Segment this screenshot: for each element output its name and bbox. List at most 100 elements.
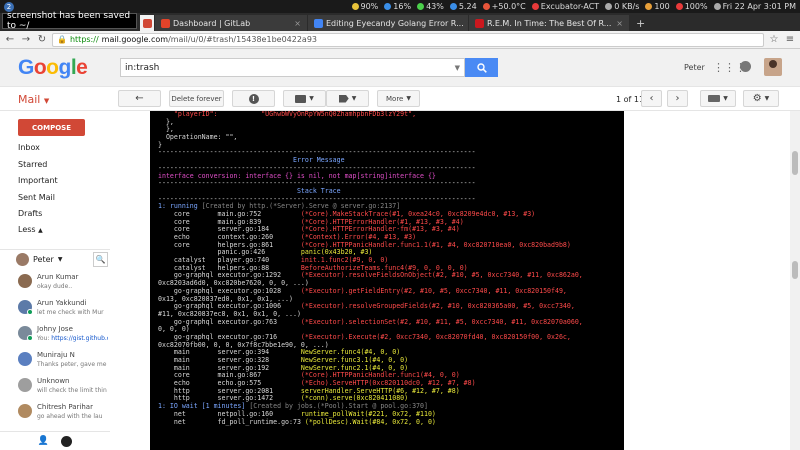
chevron-down-icon: ▼ bbox=[57, 256, 63, 263]
sidebar-item-inbox[interactable]: Inbox bbox=[18, 143, 40, 152]
tab-gitlab[interactable]: Dashboard | GitLab × bbox=[155, 15, 307, 31]
chevron-down-icon: ▼ bbox=[406, 95, 411, 102]
message-content: "playerID": "UGhwbWVyOnRpYW5nQ0ZhamhpbnF… bbox=[110, 111, 790, 450]
avatar bbox=[16, 253, 29, 266]
terminal-text: (*Executor).resolveFieldsOnObject(#2, #1… bbox=[300, 271, 583, 280]
left-sidebar: COMPOSE Inbox Starred Important Sent Mai… bbox=[0, 111, 110, 450]
contact-last-message: go ahead with the lau bbox=[37, 413, 103, 420]
status-indicator-icon bbox=[531, 3, 539, 10]
notifications-icon[interactable] bbox=[740, 61, 751, 72]
newer-button[interactable]: ‹ bbox=[641, 90, 662, 107]
search-options-icon[interactable]: ▼ bbox=[455, 64, 460, 72]
contact-name: Chitresh Parihar bbox=[37, 403, 93, 411]
online-status-icon bbox=[27, 335, 33, 341]
hangouts-user[interactable]: Peter ▼ bbox=[16, 253, 62, 266]
page-scrollbar[interactable] bbox=[790, 111, 800, 450]
sidebar-item-starred[interactable]: Starred bbox=[18, 160, 47, 169]
system-stat-value: 90% bbox=[360, 2, 379, 11]
user-name[interactable]: Peter bbox=[684, 63, 705, 72]
avatar bbox=[18, 378, 32, 392]
list-item[interactable]: Muniraju N Thanks peter, gave me bbox=[18, 349, 108, 373]
tab-blogger[interactable]: Editing Eyecandy Golang Error R... × bbox=[308, 15, 468, 31]
google-logo[interactable]: Google bbox=[18, 56, 88, 80]
status-indicator-icon bbox=[351, 3, 359, 10]
input-tools-button[interactable]: ▼ bbox=[700, 90, 736, 107]
system-stat-value: 43% bbox=[426, 2, 444, 11]
scrollbar-thumb[interactable] bbox=[792, 151, 798, 175]
system-stats: 90% 16% 43% 5.24 +50.0°C Excubator-ACT 0 KB/s 1… bbox=[346, 2, 800, 11]
keyboard-icon bbox=[708, 95, 721, 102]
contact-last-message: Thanks peter, gave me bbox=[37, 361, 107, 368]
sidebar-item-important[interactable]: Important bbox=[18, 176, 58, 185]
list-item[interactable]: Unknown will check the limit thin bbox=[18, 375, 108, 399]
older-button[interactable]: › bbox=[667, 90, 688, 107]
system-stat-value: 100% bbox=[684, 2, 708, 11]
chevron-down-icon: ▼ bbox=[764, 95, 770, 102]
system-stat: 100 bbox=[645, 2, 670, 11]
contact-name: Arun Yakkundi bbox=[37, 299, 87, 307]
account-avatar[interactable] bbox=[764, 58, 782, 76]
contact-name: Muniraju N bbox=[37, 351, 75, 359]
online-status-icon bbox=[27, 309, 33, 315]
search-input[interactable]: in:trash ▼ bbox=[120, 58, 465, 77]
back-arrow-icon[interactable]: ← bbox=[4, 34, 16, 45]
chevron-down-icon: ▼ bbox=[351, 95, 357, 102]
list-item[interactable]: Chitresh Parihar go ahead with the lau bbox=[18, 401, 108, 425]
tab-youtube[interactable]: R.E.M. In Time: The Best Of R... × bbox=[469, 15, 629, 31]
back-to-trash-button[interactable]: ← bbox=[118, 90, 161, 107]
sidebar-item-less[interactable]: Less ▲ bbox=[18, 225, 43, 234]
status-indicator-icon bbox=[417, 3, 425, 10]
browser-menu-icon[interactable]: ≡ bbox=[784, 34, 796, 45]
compose-button[interactable]: COMPOSE bbox=[18, 119, 85, 136]
url-field[interactable]: 🔒 https:// mail.google.com /mail/u/0/#tr… bbox=[52, 32, 764, 47]
gitlab-favicon-icon bbox=[161, 18, 170, 28]
hangouts-quote-icon[interactable] bbox=[61, 435, 73, 447]
close-tab-icon[interactable]: × bbox=[467, 19, 468, 28]
blogger-favicon-icon bbox=[314, 18, 323, 28]
labels-button[interactable]: ▼ bbox=[326, 90, 369, 107]
delete-forever-button[interactable]: Delete forever bbox=[169, 90, 224, 107]
reload-icon[interactable]: ↻ bbox=[36, 34, 48, 45]
search-button[interactable] bbox=[465, 58, 498, 77]
system-stat-value: 0 KB/s bbox=[614, 2, 640, 11]
sidebar-item-drafts[interactable]: Drafts bbox=[18, 209, 42, 218]
more-button[interactable]: More ▼ bbox=[377, 90, 420, 107]
sidebar-item-sent-mail[interactable]: Sent Mail bbox=[18, 193, 55, 202]
terminal-line: }, bbox=[158, 118, 624, 127]
list-item[interactable]: Arun Kumar okay dude.. bbox=[18, 271, 108, 295]
workspace-indicator[interactable]: 2 bbox=[4, 1, 14, 12]
system-stat-value: Excubator-ACT bbox=[540, 2, 600, 11]
close-tab-icon[interactable]: × bbox=[616, 19, 623, 28]
list-item[interactable]: Johny Jose You: https://gist.github.c bbox=[18, 323, 108, 347]
hangouts-search-button[interactable]: 🔍 bbox=[93, 252, 108, 267]
message-link[interactable]: https://gist.github.c bbox=[51, 335, 108, 342]
move-to-button[interactable]: ▼ bbox=[283, 90, 326, 107]
system-stat: +50.0°C bbox=[482, 2, 526, 11]
list-item[interactable]: Arun Yakkundi let me check with Mur bbox=[18, 297, 108, 321]
active-tab[interactable] bbox=[140, 15, 154, 31]
contact-last-message: You: https://gist.github.c bbox=[37, 335, 108, 342]
scrollbar-thumb[interactable] bbox=[792, 261, 798, 279]
folder-icon bbox=[295, 94, 307, 103]
search-icon bbox=[476, 62, 487, 73]
chevron-down-icon: ▼ bbox=[723, 95, 728, 102]
close-tab-icon[interactable]: × bbox=[294, 19, 301, 28]
bookmark-star-icon[interactable]: ☆ bbox=[768, 34, 780, 45]
report-spam-button[interactable]: ! bbox=[232, 90, 275, 107]
system-stat: 16% bbox=[384, 2, 411, 11]
forward-arrow-icon[interactable]: → bbox=[20, 34, 32, 45]
address-bar-row: ← → ↻ 🔒 https:// mail.google.com /mail/u… bbox=[0, 31, 800, 49]
chevron-right-icon: › bbox=[675, 93, 680, 104]
hangouts-footer: 👤 bbox=[0, 431, 110, 450]
contacts-person-icon[interactable]: 👤 bbox=[38, 436, 49, 446]
terminal-text: net fd_poll_runtime.go:73 bbox=[158, 417, 305, 426]
terminal-line: "playerID": "UGhwbWVyOnRpYW5nQ0ZhamhpbnF… bbox=[158, 111, 624, 119]
settings-button[interactable]: ⚙ ▼ bbox=[743, 90, 779, 107]
lock-icon: 🔒 bbox=[57, 35, 67, 44]
contact-name: Unknown bbox=[37, 377, 70, 385]
mail-switcher[interactable]: Mail ▼ bbox=[18, 93, 49, 106]
chevron-down-icon: ▼ bbox=[43, 97, 50, 105]
system-stat: 0 KB/s bbox=[605, 2, 639, 11]
new-tab-icon[interactable]: + bbox=[630, 15, 651, 31]
terminal-line: go-graphql executor.go:763 (*Executor).s… bbox=[158, 318, 624, 327]
